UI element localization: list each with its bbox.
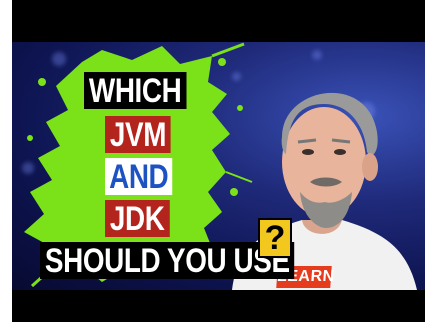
video-frame: LEARN WHICH JVM AND JDK SHOULD YOU USE ? — [0, 0, 437, 333]
title-word-jdk: JDK — [105, 200, 170, 237]
question-mark-badge: ? — [258, 218, 292, 258]
title-word-and: AND — [105, 158, 173, 195]
title-word-jvm: JVM — [105, 116, 171, 153]
title-line-should-you-use: SHOULD YOU USE — [40, 242, 295, 279]
video-thumbnail[interactable]: LEARN WHICH JVM AND JDK SHOULD YOU USE ? — [12, 42, 425, 290]
title-word-which: WHICH — [84, 72, 187, 109]
video-player[interactable]: LEARN WHICH JVM AND JDK SHOULD YOU USE ? — [12, 0, 425, 322]
